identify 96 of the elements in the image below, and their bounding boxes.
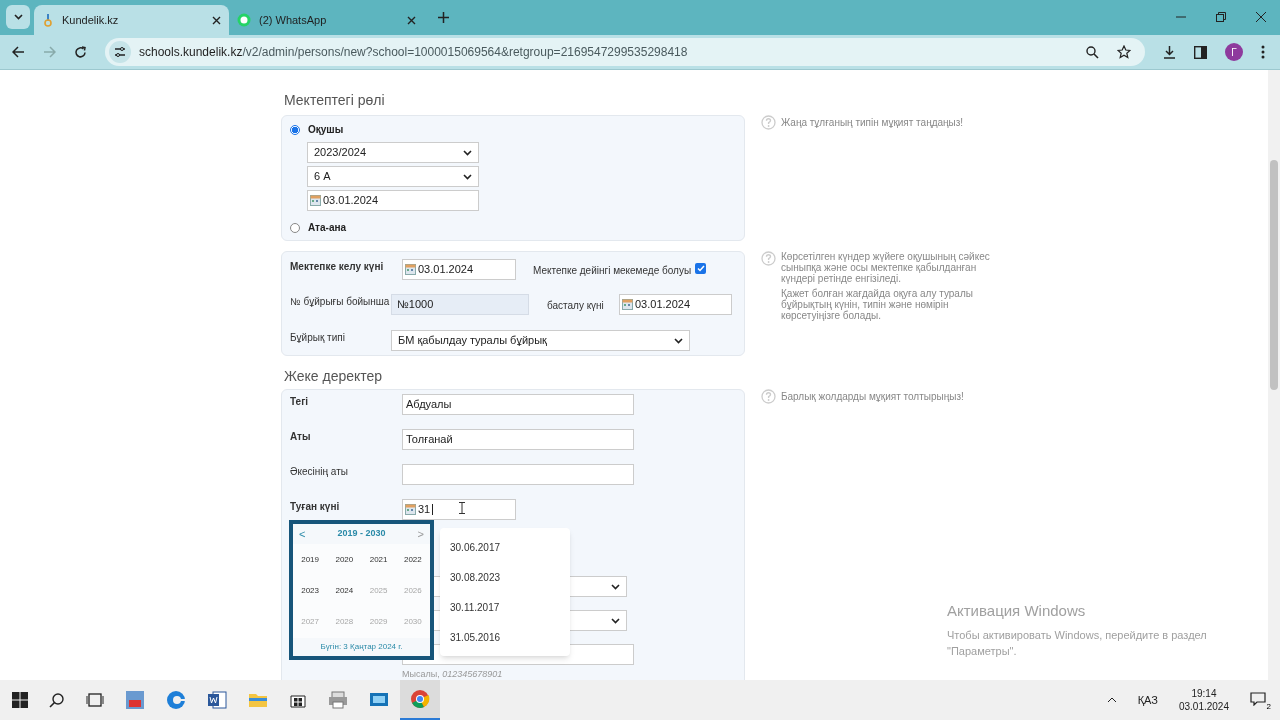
checkbox-label: Мектепке дейінгі мекемеде болуы: [533, 264, 692, 278]
monitor-icon[interactable]: [369, 691, 389, 709]
back-icon[interactable]: [12, 46, 25, 58]
year-option[interactable]: 2023: [293, 585, 328, 597]
restore-icon[interactable]: [1216, 12, 1226, 22]
order-type-select[interactable]: БМ қабылдау туралы бұйрық: [391, 330, 690, 351]
field-label: № бұйрығы бойынша: [290, 295, 391, 309]
year-option[interactable]: 2022: [395, 553, 430, 566]
url-text: schools.kundelik.kz/v2/admin/persons/new?school=1000015069564&retgroup=2169547299535298418: [139, 44, 688, 61]
previous-button[interactable]: <: [299, 525, 306, 543]
birth-date-field[interactable]: 31: [402, 499, 516, 520]
chat-icon: [237, 13, 251, 27]
close-icon[interactable]: [1256, 12, 1266, 22]
clock[interactable]: 19:14 03.01.2024: [1178, 687, 1229, 713]
printer-icon[interactable]: [328, 691, 348, 709]
browser-tab[interactable]: (2) WhatsApp: [229, 5, 424, 35]
radio-button[interactable]: [290, 222, 300, 233]
side-panel-icon[interactable]: [1194, 45, 1207, 59]
text-field[interactable]: Толғанай: [402, 429, 634, 450]
profile-avatar[interactable]: Г: [1225, 43, 1243, 61]
close-icon[interactable]: [212, 15, 221, 25]
section-heading: Мектептегі рөлі: [283, 91, 386, 110]
new-tab-icon[interactable]: [438, 12, 449, 23]
hint-text: Жаңа тұлғаның типін мұқият таңдаңыз!: [781, 116, 964, 130]
address-bar[interactable]: schools.kundelik.kz/v2/admin/persons/new?school=1000015069564&retgroup=2169547299535298418: [105, 38, 1145, 66]
chevron-up-icon[interactable]: [1106, 697, 1117, 703]
browser-tab[interactable]: Kundelik.kz: [34, 5, 229, 35]
field-label: Тегі: [290, 395, 310, 409]
date-field[interactable]: 03.01.2024: [402, 259, 516, 280]
year-range[interactable]: 2019 - 2030: [337, 527, 386, 541]
caret-icon: [463, 173, 472, 180]
hint-text: Қажет болған жағдайда оқуға алу туралы бұйрықтың күнін, типін және нөмірін көрсетуіңізге болады.: [781, 288, 974, 321]
calendar-icon: [622, 299, 633, 310]
class-select[interactable]: 6 А: [307, 166, 479, 187]
calendar-icon: [405, 264, 416, 275]
site-icon: [42, 13, 54, 27]
calendar-icon: [310, 195, 321, 206]
field-label: Бұйрық типі: [290, 331, 346, 345]
date-field[interactable]: 03.01.2024: [307, 190, 479, 211]
field-label: Аты: [290, 430, 312, 444]
caret-icon: [611, 583, 620, 590]
text-field[interactable]: Абдуалы: [402, 394, 634, 415]
radio-button[interactable]: [290, 124, 300, 135]
field-label: Мектепке келу күні: [290, 260, 385, 274]
calendar-icon: [405, 504, 416, 515]
radio-label[interactable]: Оқушы: [308, 122, 344, 137]
caret-icon: [611, 617, 620, 624]
year-option[interactable]: 2021: [361, 553, 396, 566]
checkbox[interactable]: [695, 263, 707, 274]
section-heading: Жеке деректер: [283, 367, 384, 386]
task-view-icon[interactable]: [86, 692, 104, 708]
caret-icon: [463, 149, 472, 156]
search-icon[interactable]: [49, 692, 65, 708]
close-icon[interactable]: [407, 15, 416, 25]
text-field[interactable]: [402, 464, 634, 485]
document-app-icon[interactable]: [207, 690, 227, 710]
folder-icon[interactable]: [248, 691, 268, 709]
year-option[interactable]: 2020: [327, 553, 362, 566]
help-icon: [761, 389, 776, 404]
help-icon: [761, 115, 776, 130]
field-label: Әкесінің аты: [290, 465, 349, 479]
field-label: Туған күні: [290, 500, 341, 514]
chrome-icon: [410, 689, 430, 709]
help-icon: [761, 251, 776, 266]
reload-icon[interactable]: [74, 45, 87, 59]
text-cursor-icon: [459, 502, 465, 514]
notification-count: 2: [1266, 702, 1271, 711]
site-settings-icon[interactable]: [109, 41, 131, 63]
year-option[interactable]: 2019: [293, 553, 328, 566]
caret-icon: [674, 337, 683, 344]
date-field[interactable]: 03.01.2024: [619, 294, 732, 315]
suggestion-item[interactable]: 30.11.2017: [440, 592, 570, 622]
caret-icon: [13, 14, 23, 20]
suggestion-item[interactable]: 30.06.2017: [440, 532, 570, 562]
download-icon[interactable]: [1163, 45, 1176, 59]
activation-text: Чтобы активировать Windows, перейдите в раздел "Параметры".: [947, 627, 1208, 659]
menu-icon[interactable]: [1261, 45, 1265, 59]
start-icon[interactable]: [12, 692, 28, 708]
example-text: Мысалы, 012345678901: [402, 669, 503, 679]
tab-search-button[interactable]: [6, 5, 30, 29]
suggestion-item[interactable]: 30.08.2023: [440, 562, 570, 592]
radio-label[interactable]: Ата-ана: [308, 220, 347, 235]
language-indicator[interactable]: ҚАЗ: [1137, 691, 1158, 709]
zoom-icon[interactable]: [1086, 45, 1099, 59]
field-label: басталу күні: [547, 299, 605, 313]
activation-title: Активация Windows: [947, 601, 1087, 621]
year-select[interactable]: 2023/2024: [307, 142, 479, 163]
star-icon[interactable]: [1117, 45, 1131, 59]
notification-icon: [1250, 692, 1266, 706]
hint-text: Барлық жолдарды мұқият толтырыңыз!: [781, 390, 964, 404]
suggestion-item[interactable]: 31.05.2016: [440, 622, 570, 652]
check-icon: [696, 265, 705, 272]
hint-text: Көрсетілген күндер жүйеге оқушының сәйкес сыныпқа және осы мектепке қабылданған күндері ретінде енгізіледі.: [781, 251, 991, 284]
year-option[interactable]: 2024: [327, 585, 362, 597]
order-number-field[interactable]: №1000: [391, 294, 529, 315]
taskbar-item[interactable]: [400, 680, 440, 720]
